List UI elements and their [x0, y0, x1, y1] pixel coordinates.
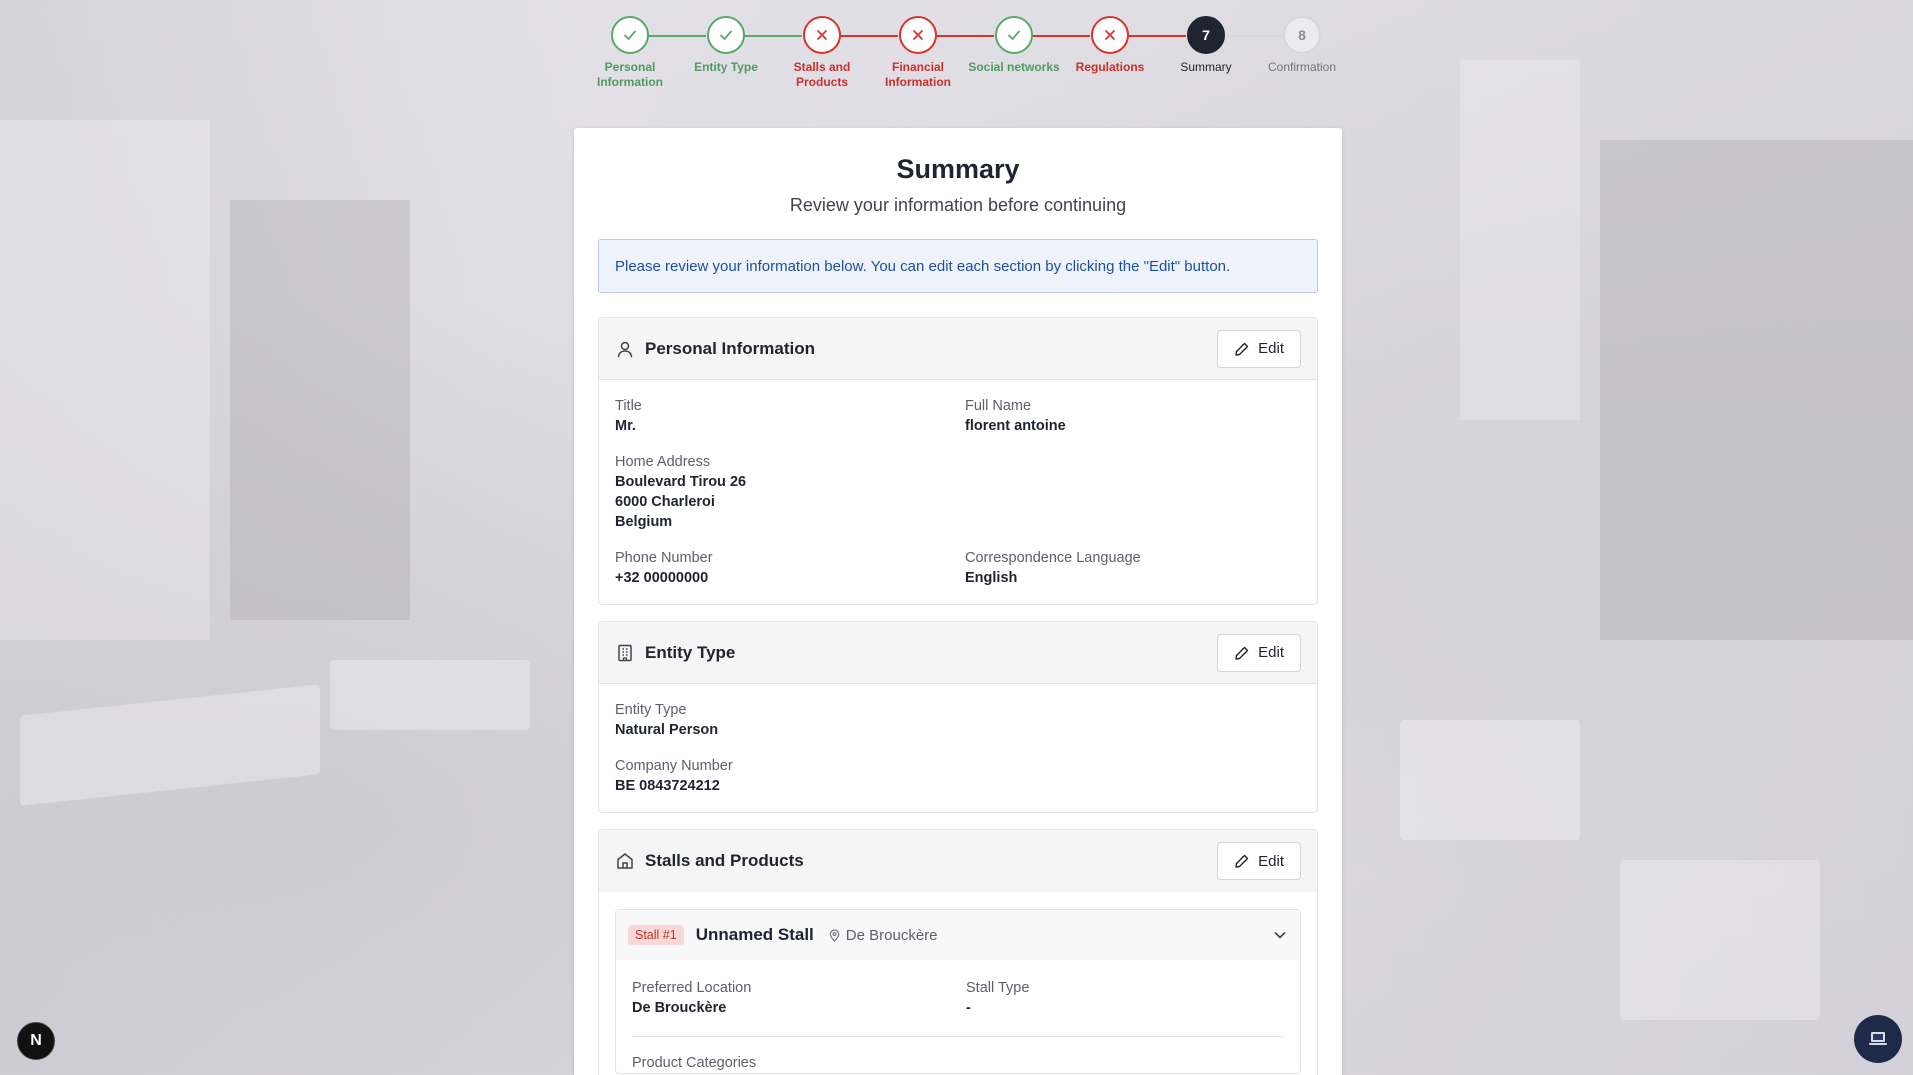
step-entity-type[interactable]: Entity Type: [678, 16, 774, 75]
field-value: -: [966, 1000, 971, 1016]
stall-name: Unnamed Stall: [695, 925, 814, 944]
step-label: Personal Information: [597, 60, 663, 89]
pencil-icon: [1235, 646, 1249, 660]
x-icon: [899, 16, 937, 54]
stall-location: De Brouckère: [828, 927, 1272, 944]
field-label: Stall Type: [966, 980, 1030, 996]
stall-badge: Stall #1: [628, 925, 684, 945]
field-label: Entity Type: [615, 702, 687, 718]
section-title: Entity Type: [645, 642, 736, 662]
x-icon: [803, 16, 841, 54]
pencil-icon: [1235, 854, 1249, 868]
chevron-down-icon[interactable]: [1272, 927, 1288, 943]
step-number: 7: [1187, 16, 1225, 54]
field-value: BE 0843724212: [615, 778, 720, 794]
field-value: English: [965, 570, 1018, 586]
step-regulations[interactable]: Regulations: [1062, 16, 1158, 75]
company-number-field: Company Number BE 0843724212: [615, 756, 1301, 796]
step-label: Confirmation: [1267, 60, 1337, 74]
field-label: Full Name: [965, 398, 1032, 414]
field-value: Natural Person: [615, 722, 719, 738]
step-stalls-and-products[interactable]: Stalls and Products: [774, 16, 870, 90]
map-pin-icon: [829, 928, 840, 942]
section-header: Stalls and Products Edit: [599, 830, 1317, 892]
step-confirmation[interactable]: 8 Confirmation: [1254, 16, 1350, 75]
address-line: Belgium: [615, 514, 673, 530]
stall-header[interactable]: Stall #1 Unnamed Stall De Brouckère: [616, 910, 1300, 960]
field-value: +32 00000000: [615, 570, 709, 586]
stall-location-text: De Brouckère: [845, 926, 938, 944]
field-label: Company Number: [615, 758, 733, 774]
divider: [632, 1036, 1284, 1037]
building-icon: [615, 643, 635, 663]
field-label: Correspondence Language: [965, 550, 1141, 566]
summary-card: Summary Review your information before c…: [574, 128, 1342, 1075]
home-address-field: Home Address Boulevard Tirou 26 6000 Cha…: [615, 452, 965, 532]
step-label: Entity Type: [694, 60, 758, 74]
section-header: Entity Type Edit: [599, 622, 1317, 684]
stall-type-field: Stall Type -: [966, 978, 1284, 1018]
step-financial-information[interactable]: Financial Information: [870, 16, 966, 90]
pencil-icon: [1235, 342, 1249, 356]
field-value: De Brouckère: [632, 1000, 727, 1016]
address-line: 6000 Charleroi: [615, 494, 715, 510]
phone-field: Phone Number +32 00000000: [615, 548, 965, 588]
edit-label: Edit: [1258, 852, 1284, 870]
check-icon: [707, 16, 745, 54]
field-label: Home Address: [615, 454, 711, 470]
step-personal-information[interactable]: Personal Information: [582, 16, 678, 90]
store-icon: [615, 851, 635, 871]
edit-entity-button[interactable]: Edit: [1217, 633, 1301, 672]
next-devtools-button[interactable]: N: [17, 1022, 55, 1060]
check-icon: [995, 16, 1033, 54]
preferred-location-field: Preferred Location De Brouckère: [632, 978, 966, 1018]
progress-stepper: Personal Information Entity Type Stalls …: [582, 16, 1358, 96]
edit-personal-button[interactable]: Edit: [1217, 329, 1301, 368]
personal-information-section: Personal Information Edit Title Mr. Full…: [598, 317, 1318, 605]
check-icon: [611, 16, 649, 54]
page-title: Summary: [896, 154, 1020, 184]
section-title: Personal Information: [645, 338, 816, 358]
field-label: Title: [615, 398, 642, 414]
step-social-networks[interactable]: Social networks: [966, 16, 1062, 75]
product-categories-field: Product Categories: [632, 1053, 1284, 1073]
page-subtitle: Review your information before continuin…: [789, 195, 1127, 215]
step-label: Social networks: [968, 60, 1060, 74]
x-icon: [1091, 16, 1129, 54]
address-line: Boulevard Tirou 26: [615, 474, 747, 490]
fab-letter: N: [30, 1032, 42, 1049]
field-value: florent antoine: [965, 418, 1066, 434]
field-label: Preferred Location: [632, 980, 752, 996]
notice-text: Please review your information below. Yo…: [615, 257, 1231, 275]
step-label: Stalls and Products: [793, 60, 851, 89]
title-field: Title Mr.: [615, 396, 965, 436]
step-label: Regulations: [1075, 60, 1145, 74]
step-summary[interactable]: 7 Summary: [1158, 16, 1254, 75]
step-label: Summary: [1180, 60, 1232, 74]
stall-card: Stall #1 Unnamed Stall De Brouckère Pref…: [615, 909, 1301, 1074]
language-field: Correspondence Language English: [965, 548, 1301, 588]
edit-stalls-button[interactable]: Edit: [1217, 842, 1301, 880]
field-value: Mr.: [615, 418, 636, 434]
entity-type-field: Entity Type Natural Person: [615, 700, 1301, 740]
full-name-field: Full Name florent antoine: [965, 396, 1301, 436]
edit-label: Edit: [1258, 644, 1284, 661]
user-icon: [615, 339, 635, 359]
entity-type-section: Entity Type Edit Entity Type Natural Per…: [598, 621, 1318, 813]
info-notice: Please review your information below. Yo…: [598, 239, 1318, 293]
edit-label: Edit: [1258, 340, 1284, 357]
field-label: Product Categories: [632, 1055, 757, 1071]
step-label: Financial Information: [885, 60, 951, 89]
chat-widget-button[interactable]: [1854, 1015, 1902, 1063]
step-number: 8: [1283, 16, 1321, 54]
laptop-icon: [1869, 1032, 1887, 1045]
section-title: Stalls and Products: [645, 851, 804, 870]
section-header: Personal Information Edit: [599, 318, 1317, 380]
stalls-and-products-section: Stalls and Products Edit Stall #1 Unname…: [598, 829, 1318, 1075]
field-label: Phone Number: [615, 550, 713, 566]
